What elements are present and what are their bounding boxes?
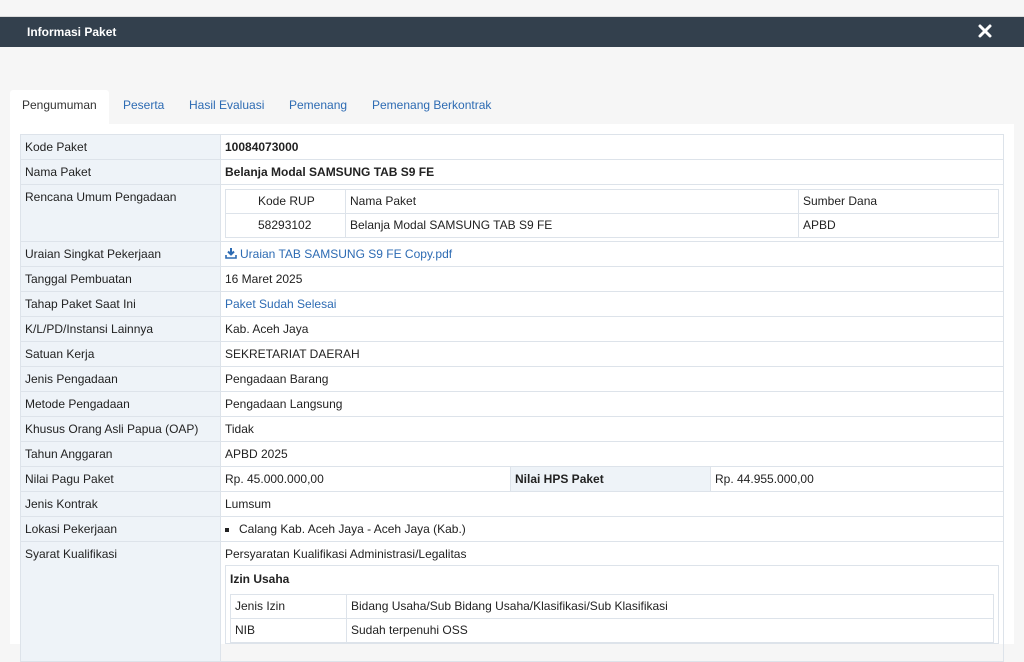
table-row: Tanggal Pembuatan 16 Maret 2025 — [20, 266, 1004, 292]
hps-label: Nilai HPS Paket — [510, 466, 711, 492]
modal-title: Informasi Paket — [27, 25, 117, 39]
field-label: Jenis Pengadaan — [20, 366, 221, 392]
table-row: Syarat Kualifikasi Persyaratan Kualifika… — [20, 541, 1004, 662]
table-row: Kode Paket 10084073000 — [20, 134, 1004, 160]
rup-nama-value: Belanja Modal SAMSUNG TAB S9 FE — [345, 213, 799, 238]
tahap-cell: Paket Sudah Selesai — [220, 291, 1004, 317]
tab-bar: Pengumuman Peserta Hasil Evaluasi Pemena… — [10, 90, 1014, 124]
tab-hasil-evaluasi[interactable]: Hasil Evaluasi — [177, 90, 276, 124]
rup-table: Kode RUP Nama Paket Sumber Dana 58293102… — [225, 189, 999, 238]
tab-pengumuman[interactable]: Pengumuman — [10, 90, 109, 124]
field-label: K/L/PD/Instansi Lainnya — [20, 316, 221, 342]
rup-header-sumber: Sumber Dana — [798, 189, 999, 214]
table-row: K/L/PD/Instansi Lainnya Kab. Aceh Jaya — [20, 316, 1004, 342]
table-row: Jenis Kontrak Lumsum — [20, 491, 1004, 517]
table-row: Tahun Anggaran APBD 2025 — [20, 441, 1004, 467]
field-label: Tahap Paket Saat Ini — [20, 291, 221, 317]
table-row: NIB Sudah terpenuhi OSS — [230, 618, 994, 643]
tab-pemenang-berkontrak[interactable]: Pemenang Berkontrak — [360, 90, 503, 124]
list-item: Calang Kab. Aceh Jaya - Aceh Jaya (Kab.) — [239, 522, 999, 536]
close-icon[interactable] — [976, 22, 994, 40]
table-row: Khusus Orang Asli Papua (OAP) Tidak — [20, 416, 1004, 442]
table-row: Tahap Paket Saat Ini Paket Sudah Selesai — [20, 291, 1004, 317]
table-row: Rencana Umum Pengadaan Kode RUP Nama Pak… — [20, 184, 1004, 242]
izin-cell: Sudah terpenuhi OSS — [346, 618, 994, 643]
download-icon — [225, 248, 237, 259]
field-label: Khusus Orang Asli Papua (OAP) — [20, 416, 221, 442]
field-label: Jenis Kontrak — [20, 491, 221, 517]
uraian-file-name: Uraian TAB SAMSUNG S9 FE Copy.pdf — [240, 247, 453, 261]
tab-pemenang[interactable]: Pemenang — [277, 90, 359, 124]
modal-header: Informasi Paket — [0, 17, 1024, 47]
field-label: Nama Paket — [20, 159, 221, 185]
lokasi-list: Calang Kab. Aceh Jaya - Aceh Jaya (Kab.) — [225, 522, 999, 536]
nama-paket-value: Belanja Modal SAMSUNG TAB S9 FE — [220, 159, 1004, 185]
izin-table: Jenis Izin Bidang Usaha/Sub Bidang Usaha… — [230, 594, 994, 643]
jenis-pengadaan-value: Pengadaan Barang — [220, 366, 1004, 392]
oap-value: Tidak — [220, 416, 1004, 442]
tahap-link[interactable]: Paket Sudah Selesai — [225, 297, 336, 311]
table-row: Jenis Izin Bidang Usaha/Sub Bidang Usaha… — [230, 594, 994, 619]
lokasi-cell: Calang Kab. Aceh Jaya - Aceh Jaya (Kab.) — [220, 516, 1004, 542]
table-row: Metode Pengadaan Pengadaan Langsung — [20, 391, 1004, 417]
syarat-section-title: Persyaratan Kualifikasi Administrasi/Leg… — [225, 547, 467, 561]
field-label: Syarat Kualifikasi — [20, 541, 221, 662]
izin-cell: Jenis Izin — [230, 594, 347, 619]
tahun-value: APBD 2025 — [220, 441, 1004, 467]
rup-header-kode: Kode RUP — [225, 189, 346, 214]
uraian-cell: Uraian TAB SAMSUNG S9 FE Copy.pdf — [220, 241, 1004, 267]
izin-usaha-box: Izin Usaha Jenis Izin Bidang Usaha/Sub B… — [225, 565, 999, 644]
field-label: Tahun Anggaran — [20, 441, 221, 467]
field-label: Nilai Pagu Paket — [20, 466, 221, 492]
field-label: Tanggal Pembuatan — [20, 266, 221, 292]
field-label: Metode Pengadaan — [20, 391, 221, 417]
izin-usaha-title: Izin Usaha — [230, 572, 290, 586]
hps-value: Rp. 44.955.000,00 — [710, 466, 1004, 492]
table-row: Nilai Pagu Paket Rp. 45.000.000,00 Nilai… — [20, 466, 1004, 492]
tab-content-panel: Kode Paket 10084073000 Nama Paket Belanj… — [10, 124, 1014, 662]
rup-row: 58293102 Belanja Modal SAMSUNG TAB S9 FE… — [225, 213, 999, 238]
field-label: Kode Paket — [20, 134, 221, 160]
rup-header-nama: Nama Paket — [345, 189, 799, 214]
field-label: Uraian Singkat Pekerjaan — [20, 241, 221, 267]
rup-header-row: Kode RUP Nama Paket Sumber Dana — [225, 189, 999, 214]
rup-sumber-value: APBD — [798, 213, 999, 238]
info-table: Kode Paket 10084073000 Nama Paket Belanj… — [20, 134, 1004, 662]
instansi-value: Kab. Aceh Jaya — [220, 316, 1004, 342]
syarat-cell: Persyaratan Kualifikasi Administrasi/Leg… — [220, 541, 1004, 662]
table-row: Nama Paket Belanja Modal SAMSUNG TAB S9 … — [20, 159, 1004, 185]
kontrak-value: Lumsum — [220, 491, 1004, 517]
rup-kode-value: 58293102 — [225, 213, 346, 238]
field-label: Lokasi Pekerjaan — [20, 516, 221, 542]
table-row: Satuan Kerja SEKRETARIAT DAERAH — [20, 341, 1004, 367]
field-label: Satuan Kerja — [20, 341, 221, 367]
izin-cell: NIB — [230, 618, 347, 643]
rup-cell: Kode RUP Nama Paket Sumber Dana 58293102… — [220, 184, 1004, 242]
izin-cell: Bidang Usaha/Sub Bidang Usaha/Klasifikas… — [346, 594, 994, 619]
satker-value: SEKRETARIAT DAERAH — [220, 341, 1004, 367]
table-row: Jenis Pengadaan Pengadaan Barang — [20, 366, 1004, 392]
tanggal-value: 16 Maret 2025 — [220, 266, 1004, 292]
top-strip — [0, 0, 1024, 17]
table-row: Uraian Singkat Pekerjaan Uraian TAB SAMS… — [20, 241, 1004, 267]
kode-paket-value: 10084073000 — [220, 134, 1004, 160]
pagu-value: Rp. 45.000.000,00 — [220, 466, 511, 492]
metode-value: Pengadaan Langsung — [220, 391, 1004, 417]
field-label: Rencana Umum Pengadaan — [20, 184, 221, 242]
uraian-download-link[interactable]: Uraian TAB SAMSUNG S9 FE Copy.pdf — [225, 247, 452, 261]
table-row: Lokasi Pekerjaan Calang Kab. Aceh Jaya -… — [20, 516, 1004, 542]
tab-peserta[interactable]: Peserta — [111, 90, 176, 124]
